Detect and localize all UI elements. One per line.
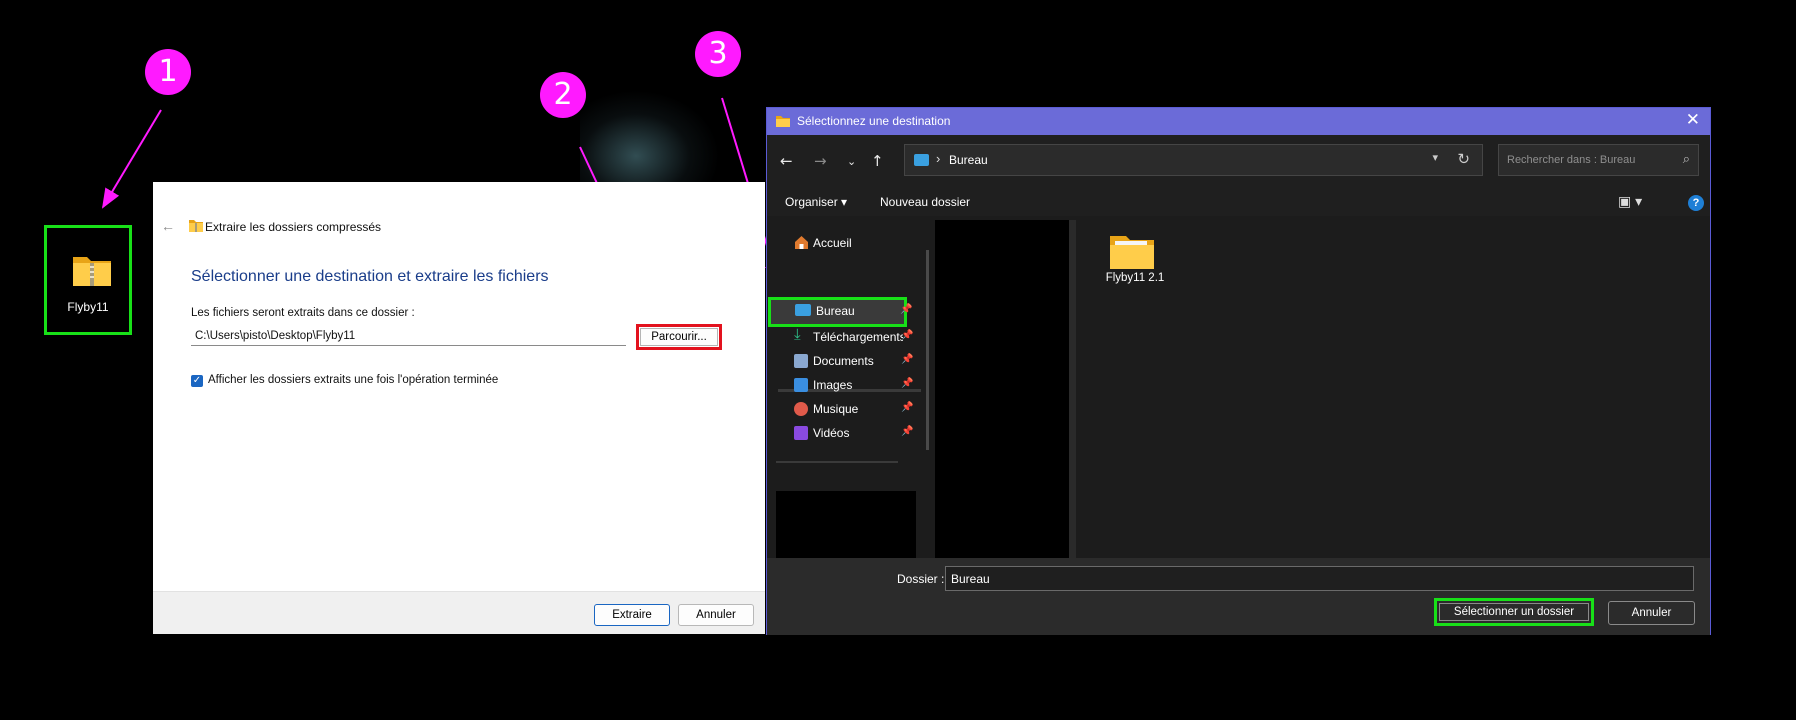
nav-label: Vidéos [813,426,850,440]
address-text: Bureau [949,153,988,167]
nav-label: Images [813,378,853,392]
folder-item-label: Flyby11 2.1 [1105,272,1165,284]
wizard-cancel-button[interactable]: Annuler [678,604,754,626]
nav-separator [776,461,898,463]
extract-button[interactable]: Extraire [594,604,670,626]
show-extracted-checkbox[interactable]: ✓ [191,375,203,387]
pin-icon: 📌 [901,378,914,389]
forward-icon[interactable]: → [814,152,827,170]
music-icon [794,402,808,416]
zip-folder-icon [189,220,203,232]
folder-icon [776,116,790,127]
recent-locations-icon[interactable]: ⌄ [847,155,856,168]
pin-icon: 📌 [901,426,914,437]
nav-item-musique[interactable]: Musique 📌 [767,398,920,420]
wizard-heading: Sélectionner une destination et extraire… [191,268,549,285]
destination-label: Les fichiers seront extraits dans ce dos… [191,307,415,319]
browse-button[interactable]: Parcourir... [640,328,718,346]
destination-path-input[interactable] [191,326,626,346]
nav-label: Documents [813,354,874,368]
dialog-title: Sélectionnez une destination [797,114,951,128]
home-icon [795,236,808,249]
images-icon [794,378,808,392]
organize-label: Organiser [785,195,838,209]
wizard-title: Extraire les dossiers compressés [205,220,382,234]
marker-3: 3 [695,31,741,77]
dialog-toolbar: Organiser ▾ Nouveau dossier ▣ ▾ ? [767,182,1710,216]
search-placeholder: Rechercher dans : Bureau [1507,154,1636,166]
wizard-footer [153,591,765,634]
view-options-icon[interactable]: ▣ ▾ [1618,193,1642,210]
breadcrumb-chevron-icon: › [936,151,941,166]
nav-label: Musique [813,402,859,416]
extract-wizard-window: ← Extraire les dossiers compressés Sélec… [153,182,765,634]
back-icon[interactable]: ← [780,152,793,170]
up-icon[interactable]: ↑ [871,152,884,170]
pane-divider[interactable] [1069,220,1076,603]
show-extracted-label: Afficher les dossiers extraits une fois … [208,374,499,386]
chevron-down-icon[interactable]: ▾ [1432,151,1438,164]
nav-scrollbar[interactable] [926,250,929,450]
folder-item[interactable]: Flyby11 2.1 [1100,232,1170,294]
search-box[interactable]: Rechercher dans : Bureau ⌕ [1498,144,1699,176]
nav-item-telechargements[interactable]: ⤓ Téléchargements 📌 [767,326,920,348]
pin-icon: 📌 [901,402,914,413]
dialog-footer: Dossier : Sélectionner un dossier Annule… [767,558,1710,635]
back-arrow-icon[interactable]: ← [161,218,175,234]
address-bar[interactable]: › Bureau ▾ ↻ [904,144,1483,176]
documents-icon [794,354,808,368]
redacted-column [935,220,1069,603]
videos-icon [794,426,808,440]
nav-item-documents[interactable]: Documents 📌 [767,350,920,372]
search-icon[interactable]: ⌕ [1683,151,1690,167]
new-folder-button[interactable]: Nouveau dossier [880,195,970,209]
folder-icon [1110,236,1154,269]
dialog-titlebar: Sélectionnez une destination ✕ [767,108,1710,135]
desktop-icon [795,304,811,316]
nav-item-videos[interactable]: Vidéos 📌 [767,422,920,444]
nav-item-images[interactable]: Images 📌 [767,374,920,396]
marker-1: 1 [145,49,191,95]
folder-name-input[interactable] [945,566,1694,591]
nav-item-bureau[interactable]: Bureau 📌 [768,297,912,327]
nav-label: Téléchargements [813,330,903,344]
select-folder-button[interactable]: Sélectionner un dossier [1439,603,1589,621]
select-folder-highlight: Sélectionner un dossier [1434,598,1594,626]
pin-icon: 📌 [901,330,914,341]
help-icon[interactable]: ? [1688,195,1704,211]
pin-icon: 📌 [901,354,914,365]
select-destination-dialog: Sélectionnez une destination ✕ ← → ⌄ ↑ ›… [766,107,1711,635]
marker-2: 2 [540,72,586,118]
nav-label: Accueil [813,236,852,250]
folder-field-label: Dossier : [897,572,945,586]
refresh-icon[interactable]: ↻ [1457,150,1470,168]
dialog-cancel-button[interactable]: Annuler [1608,601,1695,625]
nav-item-accueil[interactable]: Accueil [767,232,920,254]
pin-icon: 📌 [900,304,913,315]
browse-highlight: Parcourir... [636,324,722,350]
desktop-icon [914,154,929,166]
close-icon[interactable]: ✕ [1686,110,1700,130]
nav-label: Bureau [816,304,855,318]
download-icon: ⤓ [794,326,801,343]
organize-menu[interactable]: Organiser ▾ [785,195,847,209]
